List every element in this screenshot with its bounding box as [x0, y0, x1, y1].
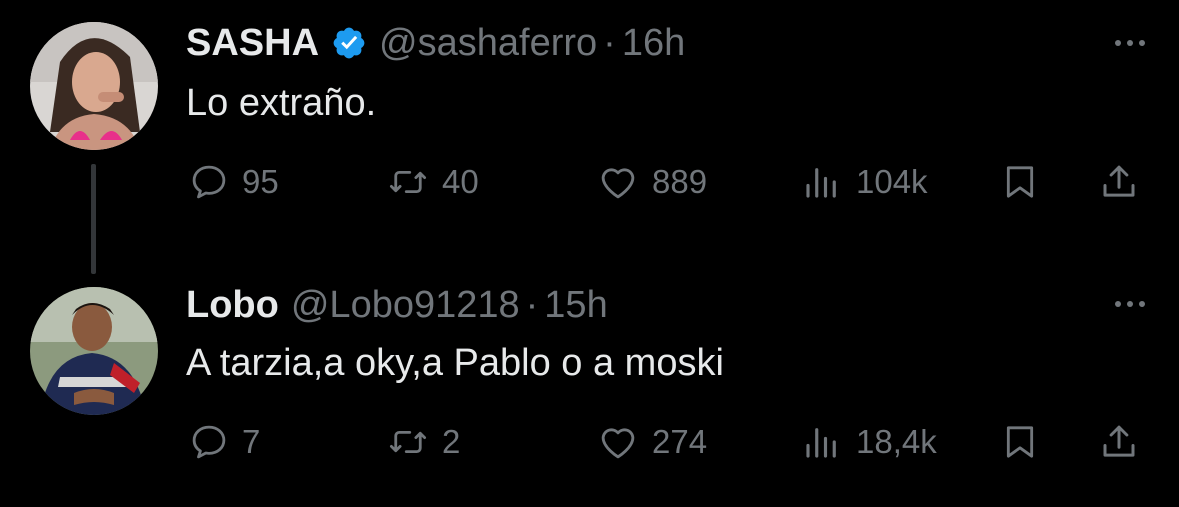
display-name[interactable]: SASHA — [186, 22, 319, 65]
share-icon — [1103, 425, 1135, 457]
reply-count: 7 — [242, 423, 261, 460]
tweet-text: Lo extraño. — [186, 82, 377, 124]
verified-icon — [331, 25, 367, 61]
like-button[interactable]: 889 — [596, 157, 707, 207]
views-icon — [806, 168, 836, 198]
views-icon — [806, 428, 836, 458]
reply-count: 95 — [242, 163, 279, 200]
display-name[interactable]: Lobo — [186, 284, 279, 327]
tweet-text: A tarzia,a oky,a Pablo o a moski — [186, 342, 724, 384]
more-icon[interactable] — [1115, 301, 1145, 307]
like-count: 889 — [652, 163, 708, 200]
avatar-photo — [30, 287, 158, 415]
views-button[interactable]: 104k — [800, 157, 928, 207]
reply-icon — [192, 425, 226, 459]
like-icon — [601, 428, 635, 459]
thread-line — [91, 164, 96, 274]
handle[interactable]: @Lobo91218 — [291, 284, 520, 327]
reply-button[interactable]: 7 — [188, 417, 260, 467]
like-icon — [601, 168, 635, 199]
avatar[interactable] — [30, 287, 158, 415]
tweet-thread: SASHA @sashaferro · 16h Lo extraño. 95 4… — [0, 0, 1179, 507]
views-button[interactable]: 18,4k — [800, 417, 937, 467]
repost-count: 2 — [442, 423, 461, 460]
avatar[interactable] — [30, 22, 158, 150]
bookmark-icon — [1006, 426, 1034, 458]
repost-icon — [389, 430, 427, 454]
share-button[interactable] — [1098, 417, 1140, 467]
views-count: 104k — [856, 163, 928, 200]
repost-icon — [389, 170, 427, 194]
timestamp[interactable]: 16h — [622, 22, 685, 65]
timestamp[interactable]: 15h — [544, 284, 607, 327]
repost-button[interactable]: 40 — [386, 157, 479, 207]
tweet-header: SASHA @sashaferro · 16h — [186, 18, 685, 68]
avatar-photo — [30, 22, 158, 150]
share-icon — [1103, 165, 1135, 197]
separator: · — [525, 283, 539, 326]
repost-count: 40 — [442, 163, 479, 200]
bookmark-button[interactable] — [1000, 157, 1040, 207]
like-button[interactable]: 274 — [596, 417, 707, 467]
reply-button[interactable]: 95 — [188, 157, 279, 207]
bookmark-icon — [1006, 166, 1034, 198]
more-icon[interactable] — [1115, 40, 1145, 46]
repost-button[interactable]: 2 — [386, 417, 460, 467]
tweet-actions: 7 2 274 18,4k — [186, 417, 1146, 467]
reply-icon — [192, 165, 226, 199]
views-count: 18,4k — [856, 423, 937, 460]
handle[interactable]: @sashaferro — [379, 22, 597, 65]
tweet-header: Lobo @Lobo91218 · 15h — [186, 280, 608, 330]
share-button[interactable] — [1098, 157, 1140, 207]
tweet-actions: 95 40 889 104k — [186, 157, 1146, 207]
like-count: 274 — [652, 423, 708, 460]
separator: · — [603, 21, 616, 64]
bookmark-button[interactable] — [1000, 417, 1040, 467]
